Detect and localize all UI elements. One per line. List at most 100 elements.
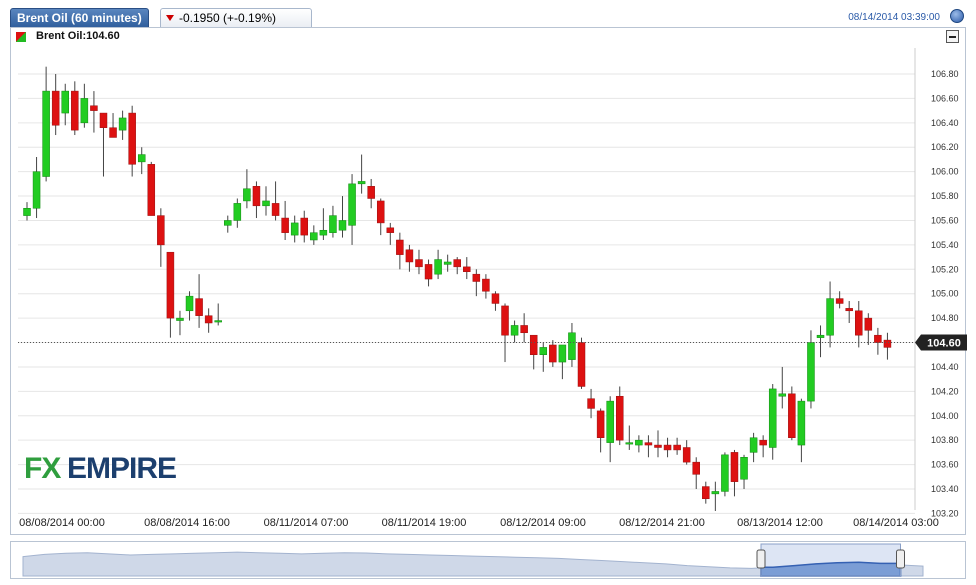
candle-body	[281, 217, 289, 233]
candle-body	[32, 171, 41, 209]
navigator-panel[interactable]	[10, 541, 966, 579]
y-tick-label: 106.80	[931, 69, 959, 79]
candle-body	[233, 203, 242, 221]
candle-body	[826, 298, 834, 336]
candle-body	[51, 90, 60, 126]
candlestick-chart[interactable]: 106.80 106.60 106.40 106.20 106.00 105.80 105.…	[0, 0, 976, 540]
y-tick-label: 104.20	[931, 386, 959, 396]
candle-body	[615, 395, 624, 441]
candle-body	[625, 442, 634, 445]
candle-body	[587, 398, 595, 409]
candle-body	[501, 305, 509, 336]
y-tick-label: 106.40	[931, 118, 959, 128]
candle-body	[443, 261, 452, 265]
candle-body	[673, 444, 681, 451]
candle-body	[243, 188, 251, 202]
y-tick-label: 106.60	[931, 93, 959, 103]
y-tick-label: 103.80	[931, 435, 959, 445]
y-tick-label: 105.00	[931, 289, 959, 299]
x-tick-label: 08/11/2014 07:00	[264, 517, 349, 529]
y-tick-label: 104.80	[931, 313, 959, 323]
watermark-empire: EMPIRE	[67, 452, 176, 485]
candle-body	[558, 344, 567, 363]
navigator-chart[interactable]	[11, 542, 965, 578]
candle-body	[711, 491, 720, 495]
candle-body	[176, 317, 184, 321]
candle-body	[71, 90, 79, 131]
candle-body	[663, 444, 672, 451]
navigator-left-handle[interactable]	[756, 549, 766, 569]
candle-body	[90, 105, 98, 111]
y-tick-label: 105.20	[931, 264, 959, 274]
candle-body	[204, 315, 213, 324]
navigator-right-handle[interactable]	[896, 549, 905, 569]
candle-body	[749, 437, 758, 453]
candle-body	[338, 220, 347, 231]
candle-body	[376, 200, 385, 224]
candle-body	[768, 388, 777, 448]
candle-body	[61, 90, 69, 114]
candle-body	[357, 181, 366, 185]
y-tick-label: 104.00	[931, 411, 959, 421]
candle-body	[224, 220, 232, 226]
x-tick-label: 08/13/2014 12:00	[737, 517, 823, 529]
candle-body	[434, 259, 442, 275]
candle-body	[262, 200, 270, 207]
x-tick-label: 08/08/2014 00:00	[19, 517, 105, 529]
candle-body	[835, 298, 844, 304]
candle-body	[405, 249, 414, 263]
candle-body	[855, 310, 863, 336]
candle-legend-icon	[16, 32, 26, 42]
candle-body	[520, 325, 528, 334]
candle-body	[740, 457, 748, 480]
y-tick-label: 104.40	[931, 362, 959, 372]
minimize-icon[interactable]	[946, 30, 959, 43]
candle-body	[702, 486, 710, 500]
x-tick-label: 08/12/2014 21:00	[619, 517, 705, 529]
candle-body	[300, 217, 309, 236]
candle-body	[606, 400, 614, 443]
candle-body	[290, 222, 299, 236]
candle-body	[386, 227, 395, 233]
candle-body	[80, 98, 89, 124]
y-tick-label: 106.00	[931, 167, 959, 177]
x-tick-label: 08/14/2014 03:00	[853, 517, 939, 529]
candle-body	[147, 164, 156, 216]
candle-body	[463, 266, 471, 272]
navigator-window	[760, 543, 901, 577]
last-price-label: 104.60	[927, 338, 961, 350]
candle-body	[23, 208, 31, 216]
candle-body	[529, 334, 538, 355]
candle-body	[137, 154, 146, 163]
candle-body	[788, 393, 796, 438]
candle-body	[195, 298, 203, 316]
candle-body	[568, 332, 576, 360]
candle-body	[759, 439, 767, 446]
candle-body	[128, 112, 136, 165]
candle-body	[424, 264, 433, 280]
candle-body	[166, 251, 175, 319]
candle-body	[883, 339, 892, 348]
y-tick-label: 105.80	[931, 191, 959, 201]
candle-body	[491, 293, 500, 304]
y-tick-label: 105.40	[931, 240, 959, 250]
candle-body	[692, 461, 700, 475]
candle-body	[549, 344, 557, 363]
x-tick-label: 08/08/2014 16:00	[144, 517, 230, 529]
candle-body	[510, 325, 519, 336]
y-tick-label: 105.60	[931, 215, 959, 225]
candle-body	[721, 454, 729, 492]
candle-body	[214, 320, 222, 323]
watermark-fx: FX	[24, 452, 61, 485]
candle-body	[367, 186, 375, 199]
candle-body	[415, 259, 423, 268]
x-tick-label: 08/12/2014 09:00	[500, 517, 586, 529]
candle-body	[730, 452, 739, 482]
candle-body	[348, 183, 356, 226]
candle-body	[329, 215, 337, 233]
candle-body	[596, 410, 605, 438]
candle-body	[185, 295, 194, 312]
legend-label: Brent Oil:104.60	[36, 30, 120, 42]
candle-body	[271, 203, 280, 216]
candle-body	[778, 393, 787, 397]
